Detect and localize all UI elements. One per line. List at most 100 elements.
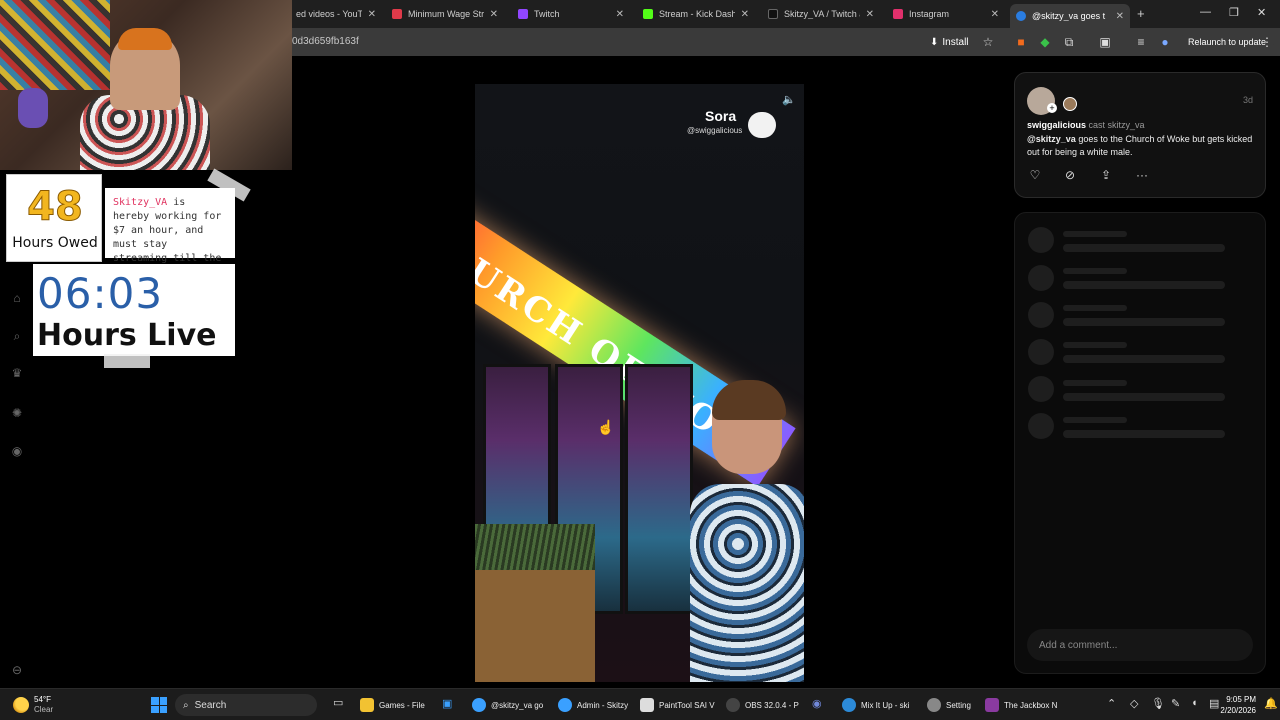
tab-title: Stream - Kick Dashbo xyxy=(659,9,735,19)
microphone-icon[interactable]: 🎙 xyxy=(1151,697,1165,710)
taskbar-app-settings[interactable]: Setting xyxy=(927,695,971,715)
hours-owed-value: 48 xyxy=(27,184,84,230)
mention-link[interactable]: @skitzy_va xyxy=(1027,134,1076,144)
weather-moon-icon[interactable] xyxy=(13,697,29,713)
weather-temp[interactable]: 54°F xyxy=(34,695,51,704)
dropbox-icon[interactable]: ◇ xyxy=(1130,697,1138,710)
taskbar-app-chrome-admin[interactable]: Admin - Skitzy xyxy=(558,695,628,715)
twitch-icon xyxy=(518,9,528,19)
taskbar-app-jackbox[interactable]: The Jackbox N xyxy=(985,695,1057,715)
post-author-line: swiggalicious cast skitzy_va xyxy=(1027,120,1145,130)
skeleton-line xyxy=(1063,281,1225,289)
explore-icon[interactable]: ✺ xyxy=(9,405,25,421)
taskbar-search[interactable]: ⌕ Search xyxy=(175,694,317,716)
close-icon[interactable]: ✕ xyxy=(1116,11,1124,22)
relaunch-label: Relaunch to update xyxy=(1188,37,1267,47)
screenshot-icon[interactable]: ▣ xyxy=(1098,35,1112,49)
close-window-icon[interactable]: ✕ xyxy=(1257,6,1266,19)
tab-minimum-wage[interactable]: Minimum Wage Strea ✕ xyxy=(386,4,504,24)
system-clock[interactable]: 9:05 PM 2/20/2026 xyxy=(1220,694,1256,716)
task-view-icon[interactable]: ▭ xyxy=(333,696,343,709)
close-icon[interactable]: ✕ xyxy=(866,9,874,20)
chevron-up-icon[interactable]: ⌃ xyxy=(1107,697,1116,710)
app-label: OBS 32.0.4 - P xyxy=(745,700,799,710)
close-icon[interactable]: ✕ xyxy=(368,9,376,20)
photos-icon[interactable]: ▣ xyxy=(442,697,452,710)
discord-icon[interactable]: ◉ xyxy=(812,697,822,710)
tab-instagram[interactable]: Instagram ✕ xyxy=(887,4,1005,24)
tab-twitch[interactable]: Twitch ✕ xyxy=(512,4,630,24)
post-caption: @skitzy_va goes to the Church of Woke bu… xyxy=(1027,133,1259,159)
share-icon[interactable]: ⇪ xyxy=(1098,167,1114,183)
skeleton-line xyxy=(1063,393,1225,401)
pen-icon[interactable]: ✎ xyxy=(1171,697,1180,710)
search-label: Search xyxy=(194,699,227,711)
tab-tiktok[interactable]: Skitzy_VA / Twitch and ✕ xyxy=(762,4,880,24)
hours-live-card: 06:03 Hours Live xyxy=(33,264,235,356)
taskbar-app-chrome[interactable]: @skitzy_va go xyxy=(472,695,543,715)
network-icon[interactable]: ▤ xyxy=(1209,697,1219,710)
search-icon[interactable]: ⌕ xyxy=(9,328,25,344)
minimize-icon[interactable]: — xyxy=(1200,6,1211,18)
install-button[interactable]: ⬇ Install xyxy=(926,33,973,51)
streamer-hat xyxy=(118,28,172,50)
man-shirt xyxy=(690,484,804,682)
sora-handle: @swiggalicious xyxy=(687,126,743,135)
follow-plus-icon[interactable]: + xyxy=(1047,103,1057,113)
taskbar-app-explorer[interactable]: Games - File xyxy=(360,695,425,715)
mouse-cursor-icon: ☝ xyxy=(597,419,615,435)
author-name[interactable]: swiggalicious xyxy=(1027,120,1086,130)
settings-icon[interactable]: ⊖ xyxy=(9,662,25,678)
playlist-icon[interactable]: ≡ xyxy=(1134,35,1148,49)
video-player[interactable]: CHURCH OF WOKE Sora @swiggalicious 🔈 xyxy=(475,84,804,682)
start-windows-icon[interactable] xyxy=(151,697,167,713)
home-icon[interactable]: ⌂ xyxy=(9,290,25,306)
skeleton-line xyxy=(1063,244,1225,252)
taskbar-app-mixitup[interactable]: Mix It Up - ski xyxy=(842,695,909,715)
close-icon[interactable]: ✕ xyxy=(741,9,749,20)
speaker-icon[interactable]: ◖ xyxy=(1191,697,1198,709)
cast-avatar[interactable] xyxy=(1063,97,1077,111)
restore-icon[interactable]: ❐ xyxy=(1229,6,1239,19)
app-label: Games - File xyxy=(379,700,425,710)
menu-kebab-icon[interactable]: ⋮ xyxy=(1260,35,1274,49)
taskbar-app-painttool[interactable]: PaintTool SAI V xyxy=(640,695,715,715)
notification-bell-icon[interactable]: 🔔 xyxy=(1264,697,1278,710)
avatar-icon[interactable]: ◉ xyxy=(9,443,25,459)
speaker-icon[interactable]: 🔈 xyxy=(781,92,797,108)
skeleton-avatar xyxy=(1028,376,1054,402)
weather-condition[interactable]: Clear xyxy=(34,705,53,714)
bookmark-star-icon[interactable]: ☆ xyxy=(981,35,995,49)
tab-youtube[interactable]: ed videos - YouTube ✕ xyxy=(290,4,382,24)
sora-icon xyxy=(1016,11,1026,21)
skeleton-avatar xyxy=(1028,302,1054,328)
tab-sora-active[interactable]: @skitzy_va goes t ✕ xyxy=(1010,4,1130,28)
close-icon[interactable]: ✕ xyxy=(991,9,999,20)
clock-time: 9:05 PM xyxy=(1226,695,1256,704)
url-text[interactable]: 0d3d659fb163f xyxy=(292,36,359,47)
tab-title: Instagram xyxy=(909,9,950,19)
new-tab-button[interactable]: + xyxy=(1137,6,1145,21)
extensions-icon[interactable]: ⧉ xyxy=(1062,35,1076,49)
skeleton-line xyxy=(1063,268,1127,274)
tab-kick[interactable]: Stream - Kick Dashbo ✕ xyxy=(637,4,755,24)
skeleton-line xyxy=(1063,417,1127,423)
live-label: Hours Live xyxy=(37,318,217,353)
shield-extension-icon[interactable]: ◆ xyxy=(1038,35,1052,49)
skeleton-avatar xyxy=(1028,227,1054,253)
like-heart-icon[interactable]: ♡ xyxy=(1027,167,1043,183)
taskbar-app-obs[interactable]: OBS 32.0.4 - P xyxy=(726,695,799,715)
comment-input[interactable] xyxy=(1027,629,1253,661)
chrome-icon xyxy=(472,698,486,712)
close-icon[interactable]: ✕ xyxy=(490,9,498,20)
post-card: + 3d swiggalicious cast skitzy_va @skitz… xyxy=(1014,72,1266,198)
trophy-icon[interactable]: ♛ xyxy=(9,365,25,381)
remix-icon[interactable]: ⊘ xyxy=(1062,167,1078,183)
close-icon[interactable]: ✕ xyxy=(616,9,624,20)
comments-panel xyxy=(1014,212,1266,674)
tab-title: Twitch xyxy=(534,9,560,19)
profile-icon[interactable]: ● xyxy=(1158,35,1172,49)
more-options-icon[interactable]: ··· xyxy=(1134,167,1150,183)
rss-extension-icon[interactable]: ■ xyxy=(1014,35,1028,49)
plush-toy xyxy=(18,88,48,128)
